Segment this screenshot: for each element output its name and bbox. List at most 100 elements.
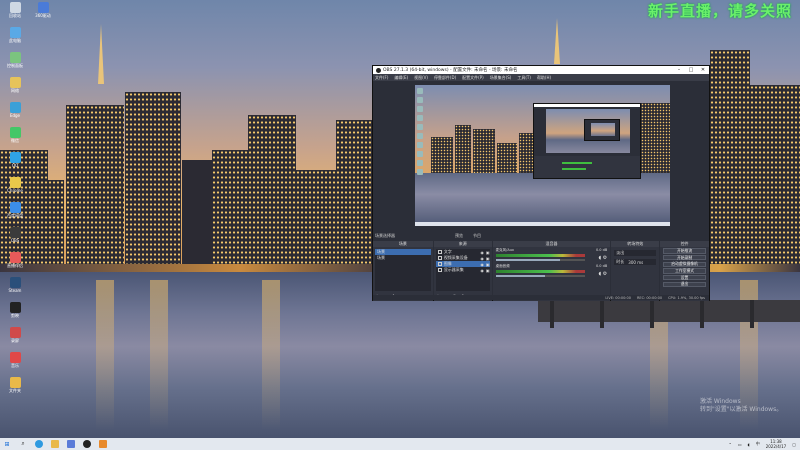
desktop-shortcut[interactable]: 百度网盘 [2, 202, 28, 224]
app-icon [9, 252, 21, 263]
preview-desktop-icons [415, 85, 425, 226]
preview-area [373, 81, 709, 231]
volume-icon[interactable]: ◖ [748, 442, 750, 447]
volume-slider[interactable] [495, 259, 585, 261]
desktop-shortcut[interactable]: Steam [2, 277, 28, 299]
desktop-shortcut[interactable]: 剪映 [2, 302, 28, 324]
desktop-shortcut[interactable]: 此电脑 [2, 27, 28, 49]
menu-item[interactable]: 场景集合(S) [490, 75, 512, 81]
scene-list: 场景 场景 [375, 249, 431, 291]
app-icon [9, 327, 21, 338]
menu-item[interactable]: 停靠部件(D) [434, 75, 456, 81]
mixer-dock: 混音器 麦克风/Aux 0.0 dB ◖ ⚙ 桌面音频 0.0 dB ◖ ⚙ [492, 241, 611, 301]
start-button[interactable]: ⊞ [3, 440, 11, 448]
desktop-shortcut[interactable]: 文件夹 [2, 377, 28, 399]
scene-selector-tab[interactable]: 场景选择器 [375, 233, 395, 239]
source-item[interactable]: 显示器采集 ◉ ▣ [436, 267, 490, 273]
desktop-shortcut-label: Chrome [7, 188, 23, 193]
controls-dock-title: 控件 [660, 241, 709, 247]
menu-item[interactable]: 视图(V) [414, 75, 428, 81]
maximize-button[interactable]: □ [685, 67, 697, 73]
control-button[interactable]: 开始录制 [663, 255, 706, 261]
source-label: 显示器采集 [443, 267, 464, 272]
tab-preview[interactable]: 预览 [455, 233, 463, 239]
desktop-shortcut[interactable]: 微信 [2, 127, 28, 149]
control-button[interactable]: 启动虚拟摄像机 [663, 261, 706, 268]
mixer-channel: 麦克风/Aux 0.0 dB ◖ ⚙ [493, 247, 611, 263]
window-title: OBS 27.1.3 (64-bit, windows) - 配置文件: 未命名… [383, 68, 518, 73]
status-item: REC: 00:00:00 [636, 295, 663, 300]
tab-program[interactable]: 节目 [473, 233, 481, 239]
desktop-shortcut[interactable]: Edge [2, 102, 28, 124]
obs-window[interactable]: OBS 27.1.3 (64-bit, windows) - 配置文件: 未命名… [372, 65, 710, 301]
activate-windows-subtitle: 转到"设置"以激活 Windows。 [700, 406, 783, 413]
building [66, 105, 124, 270]
water-reflection [150, 280, 168, 430]
menu-item[interactable]: 文件(F) [375, 75, 388, 81]
desktop-shortcut[interactable]: Chrome [2, 177, 28, 199]
stream-watermark-text: 新手直播，请多关照 [647, 2, 792, 20]
desktop-shortcut[interactable]: QQ [2, 152, 28, 174]
desktop-shortcut[interactable]: 控制面板 [2, 52, 28, 74]
speaker-icon[interactable]: ◖ ⚙ [599, 271, 608, 277]
desktop-shortcut[interactable]: 音乐 [2, 352, 28, 374]
activate-windows-title: 激活 Windows [700, 398, 741, 405]
menu-item[interactable]: 编辑(E) [394, 75, 408, 81]
edge-icon[interactable] [35, 440, 43, 448]
control-button[interactable]: 退出 [663, 281, 706, 288]
app-icon [9, 152, 21, 163]
chevron-up-icon[interactable]: ⌃ [728, 442, 731, 447]
desktop-shortcut-label: OBS [10, 238, 20, 243]
visibility-icon[interactable]: ◉ [480, 250, 484, 255]
control-button[interactable]: 开始推流 [663, 248, 706, 254]
minimize-button[interactable]: – [673, 67, 685, 73]
desktop-shortcut[interactable]: 网络 [2, 77, 28, 99]
pier [538, 300, 800, 322]
app-icon [9, 377, 21, 388]
lock-icon[interactable]: ▣ [486, 250, 490, 255]
speaker-icon[interactable]: ◖ ⚙ [599, 255, 608, 261]
search-icon[interactable]: ⌕ [19, 440, 27, 448]
recycle-bin-icon [9, 2, 21, 13]
obs-icon[interactable] [83, 440, 91, 448]
source-type-icon [437, 262, 442, 266]
visibility-icon[interactable]: ◉ [480, 256, 484, 261]
menu-item[interactable]: 配置文件(P) [462, 75, 484, 81]
transitions-dock: 转场特效 淡出 时长 300 ms [611, 241, 660, 301]
building [710, 50, 750, 270]
channel-db: 0.0 dB [595, 248, 608, 252]
lock-icon[interactable]: ▣ [486, 268, 490, 273]
network-icon[interactable]: ▭ [738, 442, 742, 447]
desktop-shortcut[interactable]: 直播伴侣 [2, 252, 28, 274]
input-language[interactable]: 中 [756, 441, 760, 447]
desktop-shortcut-label: 网络 [11, 88, 19, 93]
desktop-shortcut[interactable]: 回收站 [2, 2, 28, 24]
volume-slider[interactable] [495, 275, 585, 277]
clock[interactable]: 11:38 2022/4/17 [766, 439, 787, 449]
window-titlebar[interactable]: OBS 27.1.3 (64-bit, windows) - 配置文件: 未命名… [373, 66, 709, 74]
visibility-icon[interactable]: ◉ [480, 262, 484, 267]
notification-icon[interactable]: ▢ [792, 442, 796, 447]
lock-icon[interactable]: ▣ [486, 256, 490, 261]
store-icon[interactable] [67, 440, 75, 448]
lock-icon[interactable]: ▣ [486, 262, 490, 267]
channel-header: 麦克风/Aux 0.0 dB [496, 248, 608, 253]
close-button[interactable]: ✕ [697, 67, 709, 73]
transition-duration-field[interactable]: 时长 300 ms [614, 259, 657, 265]
visibility-icon[interactable]: ◉ [480, 268, 484, 273]
control-button[interactable]: 设置 [663, 275, 706, 281]
desktop-shortcut[interactable]: OBS [2, 227, 28, 249]
transitions-dock-title: 转场特效 [611, 241, 660, 247]
desktop-shortcut[interactable]: 录屏 [2, 327, 28, 349]
scene-item[interactable]: 场景 [375, 255, 431, 261]
pier-post [650, 300, 654, 328]
menu-item[interactable]: 工具(T) [517, 75, 531, 81]
menu-item[interactable]: 帮助(H) [537, 75, 551, 81]
program-preview[interactable] [415, 85, 670, 226]
control-buttons: 开始推流 开始录制 启动虚拟摄像机 工作室模式 设置 退出 [660, 248, 709, 288]
transition-type-select[interactable]: 淡出 [614, 250, 657, 256]
folder-icon[interactable] [51, 440, 59, 448]
app-icon[interactable] [99, 440, 107, 448]
desktop-shortcut[interactable]: 360驱动 [30, 2, 56, 24]
control-button[interactable]: 工作室模式 [663, 268, 706, 274]
